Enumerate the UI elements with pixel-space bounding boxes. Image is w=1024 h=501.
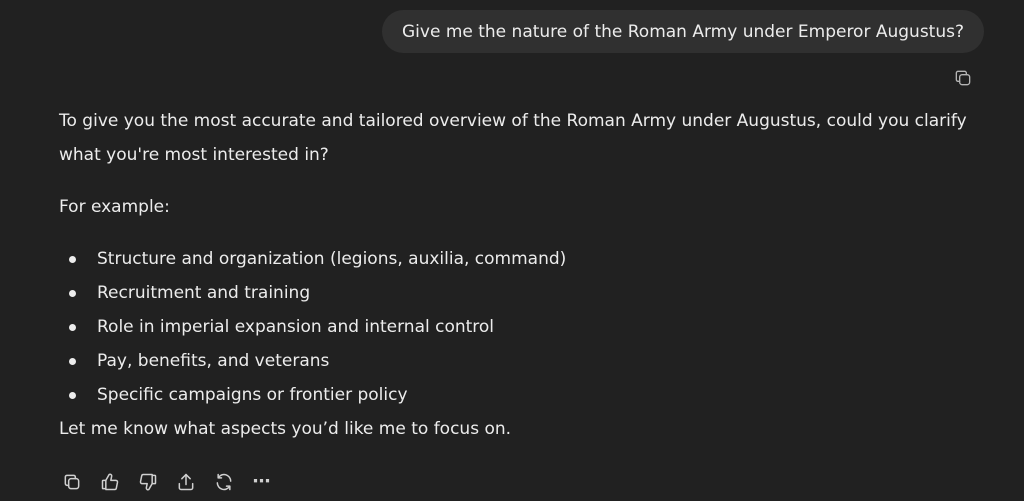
regenerate-button[interactable]	[212, 470, 236, 494]
chat-page: Give me the nature of the Roman Army und…	[0, 0, 1024, 501]
bullet-dot	[69, 392, 76, 399]
list-item-text: Pay, benefits, and veterans	[97, 351, 330, 371]
user-message-bubble: Give me the nature of the Roman Army und…	[382, 10, 984, 53]
bullet-dot	[69, 324, 76, 331]
assistant-bullet-list: Structure and organization (legions, aux…	[59, 242, 989, 412]
share-icon	[178, 473, 194, 491]
user-message-text: Give me the nature of the Roman Army und…	[402, 21, 964, 42]
bullet-dot	[69, 358, 76, 365]
more-icon: ⋯	[252, 471, 272, 492]
bad-response-button[interactable]	[136, 470, 160, 494]
assistant-message: To give you the most accurate and tailor…	[59, 104, 989, 446]
list-item: Structure and organization (legions, aux…	[59, 242, 989, 276]
copy-icon	[64, 474, 80, 490]
list-item-text: Structure and organization (legions, aux…	[97, 249, 567, 269]
copy-icon	[955, 70, 971, 86]
list-item: Specific campaigns or frontier policy	[59, 378, 989, 412]
share-button[interactable]	[174, 470, 198, 494]
thumbs-up-icon	[101, 473, 119, 491]
more-actions-button[interactable]: ⋯	[250, 470, 274, 494]
list-item: Pay, benefits, and veterans	[59, 344, 989, 378]
list-item-text: Specific campaigns or frontier policy	[97, 385, 408, 405]
list-item-text: Recruitment and training	[97, 283, 311, 303]
message-action-bar: ⋯	[60, 470, 274, 494]
copy-button[interactable]	[60, 470, 84, 494]
bullet-dot	[69, 256, 76, 263]
good-response-button[interactable]	[98, 470, 122, 494]
bullet-dot	[69, 290, 76, 297]
list-item: Recruitment and training	[59, 276, 989, 310]
user-message-copy-button[interactable]	[951, 66, 975, 90]
list-item: Role in imperial expansion and internal …	[59, 310, 989, 344]
thumbs-down-icon	[139, 473, 157, 491]
regenerate-icon	[216, 473, 232, 491]
assistant-closing-paragraph: Let me know what aspects you’d like me t…	[59, 419, 512, 439]
assistant-intro-paragraph: To give you the most accurate and tailor…	[59, 111, 967, 165]
list-item-text: Role in imperial expansion and internal …	[97, 317, 495, 337]
assistant-example-label: For example:	[59, 197, 170, 217]
